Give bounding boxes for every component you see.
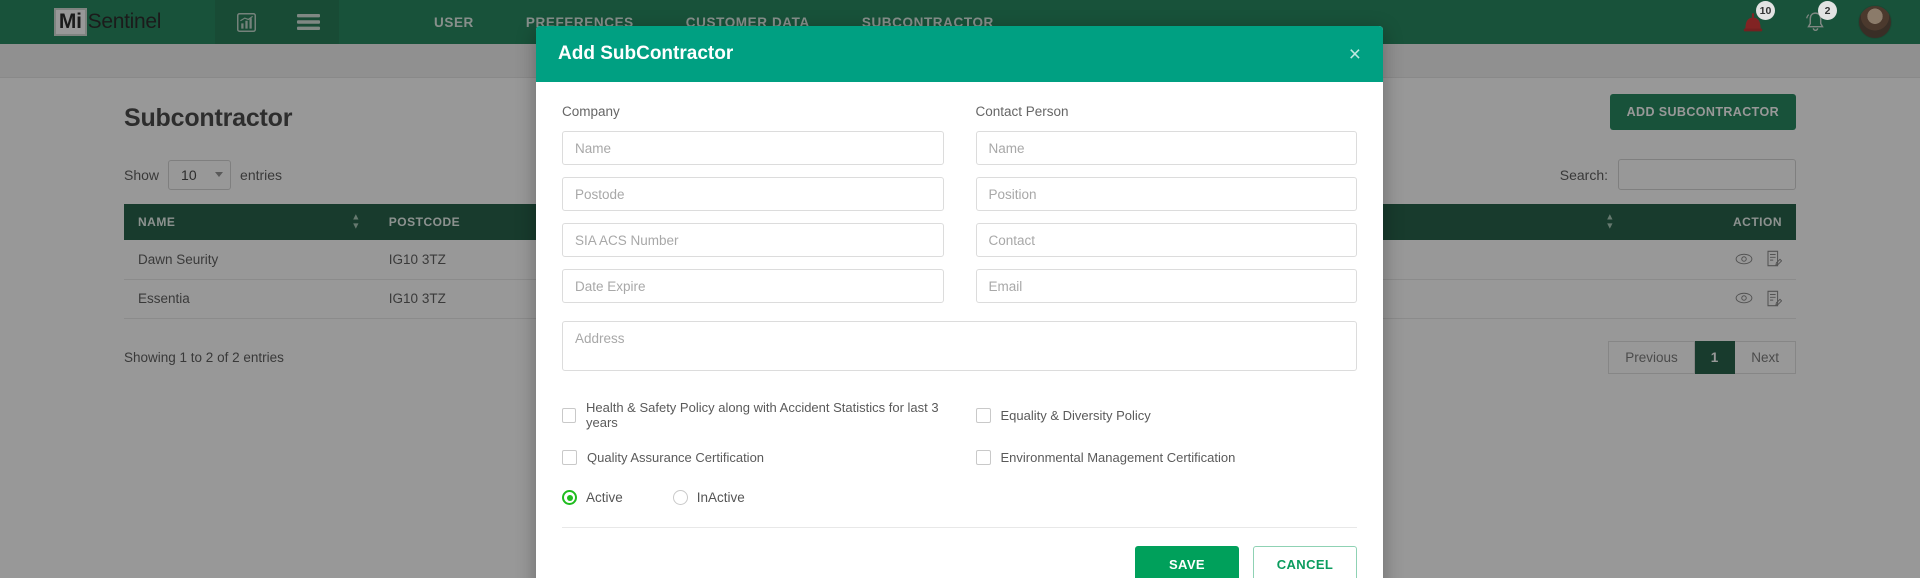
address-textarea[interactable]	[562, 321, 1357, 371]
form-columns: Company Contact Person	[562, 104, 1357, 315]
position-input[interactable]	[975, 177, 1357, 211]
checkbox-quality-assurance-certification[interactable]: Quality Assurance Certification	[562, 450, 944, 465]
alarm-badge-count: 10	[1756, 1, 1775, 20]
postcode-input[interactable]	[562, 177, 944, 211]
status-radio-group: Active InActive	[562, 490, 1357, 505]
checkbox-box-icon[interactable]	[562, 450, 577, 465]
modal-footer: SAVE CANCEL	[562, 527, 1357, 578]
checkbox-label: Health & Safety Policy along with Accide…	[585, 400, 939, 430]
modal-header: Add SubContractor ×	[536, 26, 1383, 82]
sia-acs-number-input[interactable]	[562, 223, 944, 257]
contact-input[interactable]	[975, 223, 1357, 257]
company-section-label: Company	[562, 104, 620, 119]
radio-circle-icon-selected[interactable]	[562, 490, 577, 505]
radio-label-active: Active	[586, 490, 623, 505]
radio-active[interactable]: Active	[562, 490, 623, 505]
notification-badge-count: 2	[1818, 1, 1837, 20]
contact-section-label: Contact Person	[975, 104, 1069, 119]
checkbox-environmental-management-certification[interactable]: Environmental Management Certification	[975, 450, 1358, 465]
modal-title: Add SubContractor	[558, 43, 734, 64]
checkbox-box-icon[interactable]	[975, 407, 991, 423]
email-input[interactable]	[975, 269, 1357, 303]
add-subcontractor-modal: Add SubContractor × Company Contact Pers…	[536, 26, 1383, 578]
checkbox-health-safety-policy[interactable]: Health & Safety Policy along with Accide…	[562, 400, 944, 430]
radio-label-inactive: InActive	[696, 490, 745, 505]
close-icon[interactable]: ×	[1349, 44, 1361, 65]
contact-person-column: Contact Person	[975, 104, 1357, 315]
checkbox-equality-diversity-policy[interactable]: Equality & Diversity Policy	[975, 400, 1358, 430]
checkbox-label: Equality & Diversity Policy	[1000, 407, 1151, 423]
policy-checkboxes: Health & Safety Policy along with Accide…	[562, 400, 1357, 465]
cancel-button[interactable]: CANCEL	[1253, 546, 1357, 578]
modal-body: Company Contact Person	[536, 82, 1383, 578]
radio-circle-icon[interactable]	[672, 490, 688, 505]
company-name-input[interactable]	[562, 131, 944, 165]
checkbox-label: Environmental Management Certification	[1000, 450, 1236, 465]
contact-name-input[interactable]	[975, 131, 1357, 165]
checkbox-box-icon[interactable]	[562, 407, 576, 423]
checkbox-box-icon[interactable]	[975, 450, 991, 465]
company-column: Company	[562, 104, 944, 315]
checkbox-label: Quality Assurance Certification	[587, 450, 765, 465]
save-button[interactable]: SAVE	[1135, 546, 1239, 578]
date-expire-input[interactable]	[562, 269, 944, 303]
radio-inactive[interactable]: InActive	[672, 490, 745, 505]
